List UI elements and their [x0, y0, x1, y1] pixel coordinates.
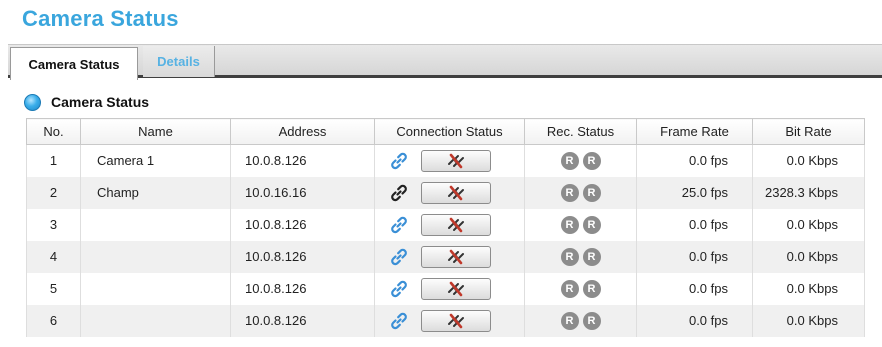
cell-rec-status: RR	[524, 144, 637, 177]
link-icon	[389, 183, 409, 203]
cell-rec-status: RR	[524, 208, 637, 241]
column-header-frame-rate[interactable]: Frame Rate	[636, 118, 753, 145]
cell-bit-rate: 0.0 Kbps	[752, 144, 865, 177]
column-header-connection-status[interactable]: Connection Status	[374, 118, 525, 145]
cell-bit-rate: 2328.3 Kbps	[752, 176, 865, 209]
tab-details[interactable]: Details	[143, 46, 215, 77]
cell-name	[80, 240, 231, 273]
cell-name: Camera 1	[80, 144, 231, 177]
broken-link-icon	[445, 312, 467, 330]
disconnect-button[interactable]	[421, 181, 491, 204]
cell-bit-rate: 0.0 Kbps	[752, 272, 865, 305]
link-icon	[389, 247, 409, 267]
section-title: Camera Status	[51, 94, 150, 110]
table-row[interactable]: 2 Champ 10.0.16.16 R R 25.0 fps 2328.3 Kbps	[26, 176, 865, 209]
tab-bar: Camera Status Details	[8, 44, 882, 80]
cell-frame-rate: 0.0 fps	[636, 272, 753, 305]
cell-frame-rate: 0.0 fps	[636, 208, 753, 241]
cell-bit-rate: 0.0 Kbps	[752, 208, 865, 241]
cell-address: 10.0.8.126	[230, 240, 375, 273]
camera-status-table: No. Name Address Connection Status Rec. …	[26, 118, 865, 337]
disconnect-button[interactable]	[421, 213, 491, 236]
cell-rec-status: RR	[524, 240, 637, 273]
link-icon	[389, 151, 409, 171]
cell-bit-rate: 0.0 Kbps	[752, 240, 865, 273]
rec-status-badge: R	[560, 311, 579, 330]
broken-link-icon	[445, 184, 467, 202]
cell-rec-status: RR	[524, 272, 637, 305]
rec-status-badge: R	[560, 183, 579, 202]
table-row[interactable]: 6 10.0.8.126 R R 0.0 fps 0.0 Kbps	[26, 304, 865, 337]
cell-frame-rate: 0.0 fps	[636, 304, 753, 337]
cell-address: 10.0.8.126	[230, 208, 375, 241]
broken-link-icon	[445, 152, 467, 170]
column-header-name[interactable]: Name	[80, 118, 231, 145]
table-row[interactable]: 5 10.0.8.126 R R 0.0 fps 0.0 Kbps	[26, 272, 865, 305]
section-header: Camera Status	[24, 92, 149, 112]
cell-connection-status	[374, 176, 525, 209]
cell-connection-status	[374, 240, 525, 273]
rec-status-badge: R	[582, 151, 601, 170]
cell-name	[80, 208, 231, 241]
rec-status-badge: R	[582, 215, 601, 234]
table-header-row: No. Name Address Connection Status Rec. …	[26, 118, 865, 145]
broken-link-icon	[445, 216, 467, 234]
cell-connection-status	[374, 208, 525, 241]
cell-no: 2	[26, 176, 81, 209]
disconnect-button[interactable]	[421, 245, 491, 268]
cell-no: 5	[26, 272, 81, 305]
cell-no: 1	[26, 144, 81, 177]
disconnect-button[interactable]	[421, 277, 491, 300]
disconnect-button[interactable]	[421, 149, 491, 172]
table-row[interactable]: 4 10.0.8.126 R R 0.0 fps 0.0 Kbps	[26, 240, 865, 273]
cell-frame-rate: 0.0 fps	[636, 144, 753, 177]
cell-name	[80, 272, 231, 305]
cell-no: 6	[26, 304, 81, 337]
table-row[interactable]: 3 10.0.8.126 R R 0.0 fps 0.0 Kbps	[26, 208, 865, 241]
cell-address: 10.0.16.16	[230, 176, 375, 209]
cell-frame-rate: 0.0 fps	[636, 240, 753, 273]
rec-status-badge: R	[560, 215, 579, 234]
cell-name: Champ	[80, 176, 231, 209]
cell-name	[80, 304, 231, 337]
column-header-bit-rate[interactable]: Bit Rate	[752, 118, 865, 145]
broken-link-icon	[445, 248, 467, 266]
rec-status-badge: R	[560, 247, 579, 266]
cell-bit-rate: 0.0 Kbps	[752, 304, 865, 337]
cell-rec-status: RR	[524, 176, 637, 209]
column-header-no[interactable]: No.	[26, 118, 81, 145]
rec-status-badge: R	[560, 151, 579, 170]
cell-address: 10.0.8.126	[230, 304, 375, 337]
rec-status-badge: R	[582, 311, 601, 330]
column-header-rec-status[interactable]: Rec. Status	[524, 118, 637, 145]
link-icon	[389, 279, 409, 299]
cell-connection-status	[374, 304, 525, 337]
link-icon	[389, 215, 409, 235]
cell-address: 10.0.8.126	[230, 272, 375, 305]
cell-rec-status: RR	[524, 304, 637, 337]
tab-camera-status[interactable]: Camera Status	[10, 47, 138, 80]
cell-frame-rate: 25.0 fps	[636, 176, 753, 209]
cell-address: 10.0.8.126	[230, 144, 375, 177]
cell-no: 3	[26, 208, 81, 241]
table-row[interactable]: 1 Camera 1 10.0.8.126 R R 0.0 fps 0.0 Kbps	[26, 144, 865, 177]
cell-connection-status	[374, 144, 525, 177]
rec-status-badge: R	[582, 247, 601, 266]
broken-link-icon	[445, 280, 467, 298]
rec-status-badge: R	[582, 279, 601, 298]
cell-no: 4	[26, 240, 81, 273]
rec-status-badge: R	[560, 279, 579, 298]
rec-status-badge: R	[582, 183, 601, 202]
disconnect-button[interactable]	[421, 309, 491, 332]
link-icon	[389, 311, 409, 331]
column-header-address[interactable]: Address	[230, 118, 375, 145]
status-dot-icon	[24, 93, 41, 111]
page-title: Camera Status	[22, 6, 179, 31]
cell-connection-status	[374, 272, 525, 305]
